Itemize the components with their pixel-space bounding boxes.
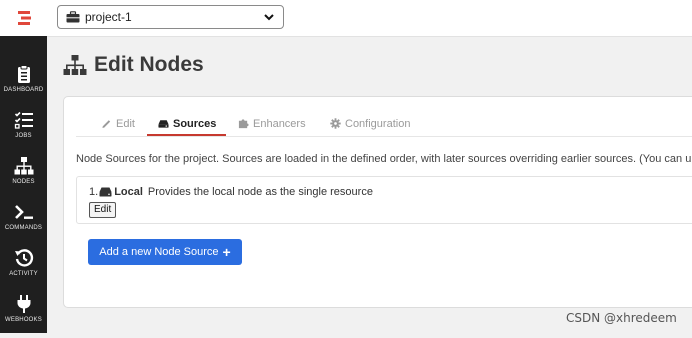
sidebar-item-activity[interactable]: ACTIVITY bbox=[0, 246, 47, 292]
sidebar: DASHBOARD JOBS NODES COMMANDS ACTIVITY W… bbox=[0, 36, 47, 333]
puzzle-icon bbox=[238, 119, 249, 129]
hdd-icon bbox=[99, 187, 112, 197]
sidebar-item-nodes[interactable]: NODES bbox=[0, 154, 47, 200]
sidebar-item-dashboard[interactable]: DASHBOARD bbox=[0, 62, 47, 108]
source-name: Local bbox=[114, 186, 143, 198]
terminal-icon bbox=[14, 205, 33, 219]
tab-label: Enhancers bbox=[253, 117, 306, 130]
page-title: Edit Nodes bbox=[63, 51, 204, 79]
sidebar-item-jobs[interactable]: JOBS bbox=[0, 108, 47, 154]
sitemap-icon bbox=[63, 55, 87, 75]
tab-bar: Edit Sources Enhancers Configuration bbox=[76, 112, 692, 137]
history-icon bbox=[14, 249, 33, 267]
tab-sources[interactable]: Sources bbox=[158, 112, 216, 135]
sidebar-item-label: NODES bbox=[12, 179, 35, 185]
page-title-text: Edit Nodes bbox=[94, 53, 204, 76]
add-node-source-button[interactable]: Add a new Node Source + bbox=[88, 239, 242, 265]
node-source-item: 1. Local Provides the local node as the … bbox=[76, 176, 692, 224]
project-select[interactable]: project-1 bbox=[57, 5, 284, 29]
sidebar-item-commands[interactable]: COMMANDS bbox=[0, 200, 47, 246]
watermark: CSDN @xhredeem bbox=[566, 311, 677, 325]
plus-icon: + bbox=[222, 244, 231, 260]
tab-label: Edit bbox=[116, 117, 135, 130]
clipboard-icon bbox=[17, 65, 30, 83]
tab-configuration[interactable]: Configuration bbox=[330, 112, 410, 135]
pencil-icon bbox=[102, 120, 111, 128]
sidebar-item-label: WEBHOOKS bbox=[5, 317, 42, 323]
cog-icon bbox=[330, 118, 341, 129]
tab-edit[interactable]: Edit bbox=[101, 112, 135, 135]
sidebar-item-label: DASHBOARD bbox=[3, 87, 44, 93]
sidebar-item-webhooks[interactable]: WEBHOOKS bbox=[0, 292, 47, 338]
sitemap-icon bbox=[14, 157, 33, 175]
sidebar-item-label: JOBS bbox=[15, 133, 32, 139]
add-node-source-label: Add a new Node Source bbox=[99, 246, 219, 258]
source-description: Provides the local node as the single re… bbox=[147, 186, 373, 198]
project-select-value: project-1 bbox=[85, 10, 132, 24]
node-source-line: 1. Local Provides the local node as the … bbox=[89, 186, 373, 198]
node-sources-card: Edit Sources Enhancers Configuration Nod… bbox=[63, 96, 692, 308]
checklist-icon bbox=[14, 111, 33, 129]
tab-label: Configuration bbox=[345, 117, 411, 130]
plug-icon bbox=[17, 295, 30, 313]
tab-label: Sources bbox=[173, 117, 217, 130]
active-tab-indicator bbox=[147, 134, 226, 136]
sidebar-item-label: ACTIVITY bbox=[9, 271, 38, 277]
rundeck-logo[interactable] bbox=[0, 0, 47, 36]
hdd-icon bbox=[158, 120, 169, 128]
edit-source-button[interactable]: Edit bbox=[89, 202, 117, 218]
sources-description: Node Sources for the project. Sources ar… bbox=[76, 153, 692, 165]
chevron-down-icon bbox=[264, 14, 274, 21]
briefcase-icon bbox=[66, 11, 80, 23]
tab-enhancers[interactable]: Enhancers bbox=[238, 112, 306, 135]
sidebar-item-label: COMMANDS bbox=[4, 225, 43, 231]
source-index: 1. bbox=[89, 186, 99, 198]
top-bar: project-1 bbox=[0, 0, 692, 37]
